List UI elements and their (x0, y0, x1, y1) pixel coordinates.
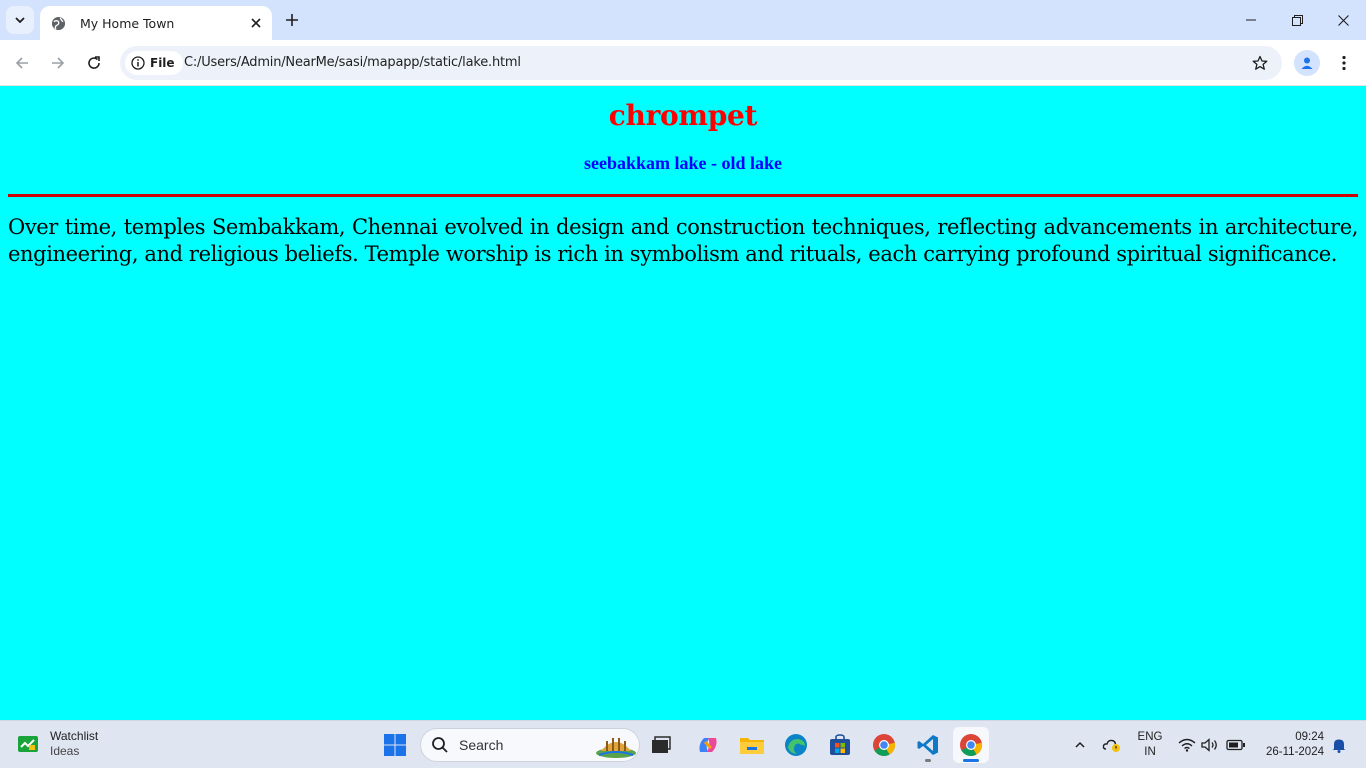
widgets-button[interactable]: Watchlist Ideas (16, 729, 98, 759)
file-explorer-icon (740, 738, 764, 754)
battery-icon (1226, 739, 1245, 751)
search-highlight-icon (596, 738, 636, 758)
browser-tab[interactable]: My Home Town (40, 6, 272, 40)
chrome-icon (873, 734, 896, 756)
arrow-left-icon (15, 57, 28, 69)
close-tab-icon[interactable] (246, 13, 266, 33)
restore-button[interactable] (1274, 5, 1320, 35)
show-hidden-icons-button[interactable] (1068, 721, 1092, 768)
browser-menu-button[interactable] (1332, 50, 1356, 76)
edge-button[interactable] (778, 727, 814, 763)
chrome-active-taskbar-button[interactable] (953, 727, 989, 763)
tab-search-button[interactable] (6, 6, 34, 34)
windows-taskbar: Watchlist Ideas Search ENG IN 09:24 26-1… (0, 720, 1366, 768)
page-title: chrompet (608, 99, 758, 132)
site-info-chip[interactable]: File (125, 51, 183, 75)
microsoft-store-icon (830, 734, 850, 755)
profile-button[interactable] (1294, 50, 1320, 76)
restore-icon (1291, 14, 1303, 26)
browser-tab-strip: My Home Town (0, 0, 1366, 40)
region-code: IN (1144, 746, 1156, 758)
start-button[interactable] (377, 727, 413, 763)
plus-icon (286, 14, 298, 26)
page-viewport: chrompet seebakkam lake - old lake Over … (0, 86, 1366, 720)
address-bar[interactable]: File C:/Users/Admin/NearMe/sasi/mapapp/s… (120, 46, 1282, 80)
vscode-icon (917, 735, 938, 755)
back-button[interactable] (8, 49, 36, 77)
browser-toolbar: File C:/Users/Admin/NearMe/sasi/mapapp/s… (0, 40, 1366, 86)
wifi-icon (1178, 738, 1196, 752)
horizontal-rule (8, 194, 1358, 197)
wifi-tray-button[interactable] (1176, 721, 1198, 768)
globe-icon (50, 15, 66, 31)
battery-tray-button[interactable] (1224, 721, 1248, 768)
cloud-warning-icon (1102, 739, 1120, 752)
chevron-down-icon (15, 17, 25, 24)
copilot-icon (699, 738, 717, 752)
new-tab-button[interactable] (280, 8, 304, 32)
clock-date: 26-11-2024 (1266, 746, 1324, 758)
language-code: ENG (1137, 731, 1163, 743)
widget-subtitle: Ideas (50, 744, 80, 758)
minimize-button[interactable] (1228, 5, 1274, 35)
task-view-button[interactable] (643, 727, 679, 763)
taskbar-clock[interactable]: 09:24 26-11-2024 (1256, 730, 1324, 760)
chrome-taskbar-button[interactable] (866, 727, 902, 763)
vscode-taskbar-button[interactable] (910, 727, 946, 763)
task-view-icon (652, 736, 671, 753)
chevron-up-icon (1075, 741, 1085, 748)
running-indicator (925, 759, 931, 762)
file-explorer-button[interactable] (734, 727, 770, 763)
widget-title: Watchlist (50, 729, 99, 743)
star-icon (1252, 55, 1268, 70)
minimize-icon (1246, 19, 1256, 21)
volume-tray-button[interactable] (1199, 721, 1221, 768)
taskbar-search[interactable]: Search (420, 728, 640, 762)
edge-icon (785, 734, 807, 756)
windows-start-icon (384, 734, 406, 756)
taskbar-search-label: Search (459, 737, 504, 753)
chrome-icon (960, 734, 983, 756)
reload-icon (88, 56, 100, 69)
notifications-button[interactable] (1328, 721, 1350, 768)
active-indicator (963, 759, 979, 762)
bell-icon (1332, 739, 1346, 753)
tab-title: My Home Town (80, 15, 175, 31)
clock-time: 09:24 (1295, 731, 1324, 743)
page-paragraph: Over time, temples Sembakkam, Chennai ev… (8, 215, 1358, 266)
forward-button[interactable] (44, 49, 72, 77)
info-icon (131, 56, 145, 70)
reload-button[interactable] (80, 49, 108, 77)
more-vertical-icon (1342, 55, 1346, 71)
close-window-button[interactable] (1320, 5, 1366, 35)
onedrive-tray-button[interactable] (1100, 721, 1124, 768)
input-language-indicator[interactable]: ENG IN (1134, 730, 1166, 760)
speaker-icon (1201, 738, 1217, 752)
watchlist-icon (18, 736, 38, 752)
close-icon (1337, 14, 1349, 26)
microsoft-store-button[interactable] (822, 727, 858, 763)
page-subtitle: seebakkam lake - old lake (583, 153, 783, 173)
bookmark-button[interactable] (1248, 51, 1272, 75)
arrow-right-icon (52, 57, 65, 69)
site-chip-label: File (150, 56, 175, 70)
url-text[interactable]: C:/Users/Admin/NearMe/sasi/mapapp/static… (184, 55, 521, 70)
search-icon (432, 737, 448, 753)
copilot-button[interactable] (690, 727, 726, 763)
person-icon (1301, 57, 1313, 69)
